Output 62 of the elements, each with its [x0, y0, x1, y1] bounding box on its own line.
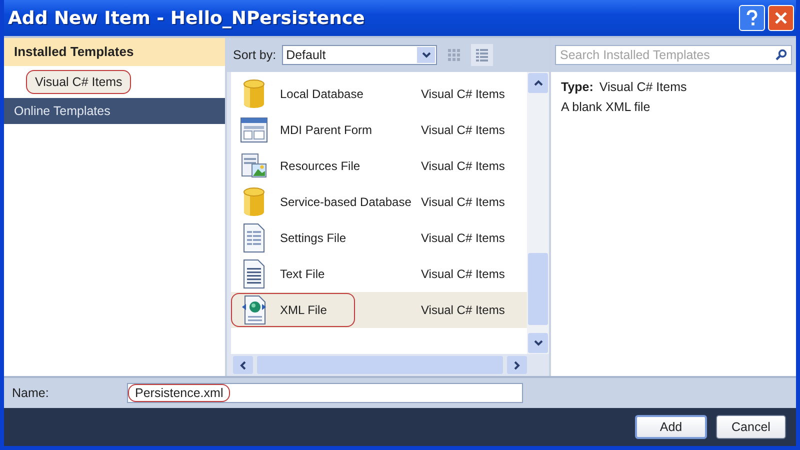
name-field[interactable]: Persistence.xml: [127, 383, 523, 403]
template-name: Text File: [280, 267, 325, 281]
scroll-up-button[interactable]: [528, 73, 548, 93]
scroll-thumb[interactable]: [528, 253, 548, 325]
scroll-thumb[interactable]: [257, 356, 503, 374]
search-icon: [775, 49, 787, 61]
list-view-button[interactable]: [471, 44, 494, 66]
sort-label: Sort by:: [233, 48, 276, 62]
template-name: MDI Parent Form: [280, 123, 372, 137]
template-category: Visual C# Items: [421, 231, 505, 245]
template-name: Service-based Database: [280, 195, 412, 209]
text-document-icon: [242, 259, 266, 289]
chevron-left-icon: [240, 360, 246, 370]
sort-dropdown[interactable]: Default: [282, 45, 438, 65]
description-text: A blank XML file: [561, 100, 652, 114]
template-category: Visual C# Items: [421, 195, 505, 209]
template-name: Resources File: [280, 159, 360, 173]
caret-icon: [422, 52, 431, 58]
template-category: Visual C# Items: [421, 159, 505, 173]
chevron-up-icon: [534, 80, 542, 86]
close-icon: [774, 11, 788, 25]
template-row[interactable]: Local Database Visual C# Items: [231, 76, 527, 112]
database-icon: [241, 187, 267, 217]
dialog-button[interactable]: Cancel: [716, 415, 786, 439]
template-category: Visual C# Items: [421, 303, 505, 317]
form-window-icon: [240, 116, 268, 144]
xml-document-icon: [241, 295, 267, 325]
chevron-down-icon: [534, 340, 542, 346]
scroll-down-button[interactable]: [528, 333, 548, 353]
grid-icon: [447, 48, 462, 62]
chevron-right-icon: [514, 360, 520, 370]
close-button[interactable]: [768, 5, 794, 31]
help-button[interactable]: [739, 5, 765, 31]
template-name: Local Database: [280, 87, 364, 101]
database-icon: [241, 79, 267, 109]
type-value: Visual C# Items: [599, 80, 687, 94]
template-category: Visual C# Items: [421, 267, 505, 281]
template-name: XML File: [280, 303, 327, 317]
type-label: Type:: [561, 80, 594, 94]
sidebar-section[interactable]: Online Templates: [4, 98, 225, 124]
list-icon: [475, 48, 490, 62]
template-row[interactable]: Text File Visual C# Items: [231, 256, 527, 292]
search-field[interactable]: Search Installed Templates: [555, 45, 792, 65]
template-name: Settings File: [280, 231, 346, 245]
help-icon: [745, 10, 759, 26]
window-title: Add New Item - Hello_NPersistence: [8, 8, 366, 28]
resources-icon: [240, 152, 268, 180]
template-row[interactable]: XML File Visual C# Items: [231, 292, 527, 328]
template-row[interactable]: Settings File Visual C# Items: [231, 220, 527, 256]
template-row[interactable]: Resources File Visual C# Items: [231, 148, 527, 184]
sidebar-header[interactable]: Installed Templates: [4, 38, 225, 66]
sidebar-item[interactable]: Visual C# Items: [26, 70, 132, 94]
scroll-left-button[interactable]: [233, 356, 253, 374]
dialog-button[interactable]: Add: [635, 415, 707, 439]
template-row[interactable]: MDI Parent Form Visual C# Items: [231, 112, 527, 148]
name-label: Name:: [12, 386, 50, 400]
template-row[interactable]: Service-based Database Visual C# Items: [231, 184, 527, 220]
template-category: Visual C# Items: [421, 87, 505, 101]
vertical-scrollbar[interactable]: [527, 72, 549, 354]
template-category: Visual C# Items: [421, 123, 505, 137]
document-icon: [242, 223, 266, 253]
scroll-right-button[interactable]: [507, 356, 527, 374]
